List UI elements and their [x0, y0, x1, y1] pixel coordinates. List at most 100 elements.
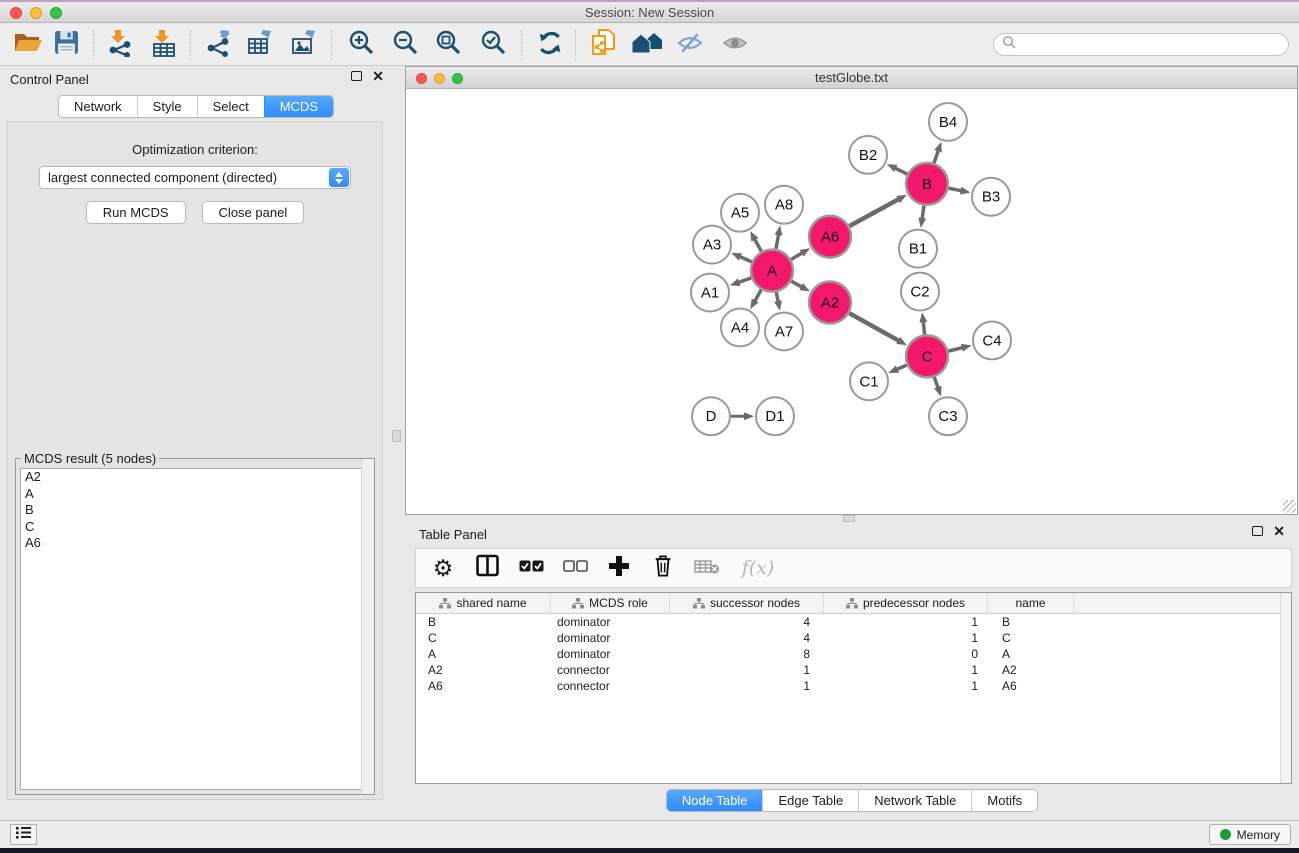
table-row[interactable]: Bdominator41B — [416, 614, 1291, 630]
column-header-successor-nodes[interactable]: successor nodes — [670, 593, 824, 613]
graph-edge-A-A4[interactable] — [755, 290, 762, 302]
show-column-panel-button[interactable] — [472, 553, 502, 583]
zoom-selected-button[interactable] — [477, 30, 509, 60]
open-session-button[interactable] — [12, 30, 44, 60]
table-cell[interactable]: A — [988, 647, 1074, 661]
graph-edge-B-B3[interactable] — [949, 188, 962, 191]
show-details-button[interactable] — [719, 30, 751, 60]
save-session-button[interactable] — [50, 30, 82, 60]
graph-edge-A-A8[interactable] — [776, 234, 779, 249]
network-minimize-button[interactable] — [434, 73, 445, 84]
network-window-titlebar[interactable]: testGlobe.txt — [406, 67, 1297, 89]
table-cell[interactable]: 1 — [670, 663, 824, 677]
refresh-layout-button[interactable] — [534, 30, 566, 60]
table-row[interactable]: A6connector11A6 — [416, 678, 1291, 694]
table-scrollbar[interactable] — [1280, 593, 1291, 783]
graph-edge-A6-B[interactable] — [849, 199, 899, 226]
export-table-button[interactable] — [244, 30, 276, 60]
table-cell[interactable]: 1 — [824, 679, 988, 693]
close-window-button[interactable] — [10, 7, 22, 19]
minimize-window-button[interactable] — [30, 7, 42, 19]
mcds-result-item[interactable]: C — [21, 519, 369, 536]
table-cell[interactable]: 1 — [670, 679, 824, 693]
close-table-panel-icon[interactable]: ✕ — [1273, 526, 1285, 536]
graph-edge-A-A2[interactable] — [791, 281, 802, 287]
import-network-button[interactable] — [104, 30, 136, 60]
table-cell[interactable]: A6 — [988, 679, 1074, 693]
zoom-in-button[interactable] — [345, 30, 377, 60]
tab-node-table[interactable]: Node Table — [667, 790, 763, 811]
graph-edge-B-B2[interactable] — [895, 168, 907, 174]
search-input[interactable] — [1017, 38, 1288, 52]
tab-mcds[interactable]: MCDS — [264, 96, 333, 117]
table-cell[interactable]: connector — [551, 679, 670, 693]
graph-edge-B-B1[interactable] — [922, 206, 924, 219]
maximize-window-button[interactable] — [50, 7, 62, 19]
table-cell[interactable]: 4 — [670, 631, 824, 645]
table-row[interactable]: Adominator80A — [416, 646, 1291, 662]
table-cell[interactable]: 0 — [824, 647, 988, 661]
mcds-result-item[interactable]: A6 — [21, 535, 369, 552]
column-header-predecessor-nodes[interactable]: predecessor nodes — [824, 593, 988, 613]
table-cell[interactable]: 1 — [824, 631, 988, 645]
column-header-shared-name[interactable]: shared name — [416, 593, 551, 613]
network-canvas[interactable]: AA1A2A3A4A5A6A7A8BB1B2B3B4CC1C2C3C4DD1 — [406, 89, 1297, 514]
show-task-history-button[interactable] — [10, 824, 37, 845]
float-panel-icon[interactable] — [351, 71, 362, 81]
memory-button[interactable]: Memory — [1209, 824, 1291, 845]
tab-style[interactable]: Style — [137, 96, 197, 117]
delete-column-button[interactable] — [648, 553, 678, 583]
graph-edge-C-C2[interactable] — [923, 321, 924, 334]
mcds-result-item[interactable]: A2 — [21, 469, 369, 486]
result-scrollbar[interactable] — [361, 459, 374, 794]
tab-motifs[interactable]: Motifs — [971, 790, 1037, 811]
deselect-all-columns-button[interactable] — [560, 553, 590, 583]
table-cell[interactable]: A2 — [416, 663, 551, 677]
network-close-button[interactable] — [416, 73, 427, 84]
close-panel-icon[interactable]: ✕ — [372, 71, 384, 81]
mcds-result-item[interactable]: A — [21, 486, 369, 503]
import-table-button[interactable] — [148, 30, 180, 60]
table-cell[interactable]: B — [988, 615, 1074, 629]
table-cell[interactable]: 1 — [824, 615, 988, 629]
tab-select[interactable]: Select — [197, 96, 264, 117]
table-cell[interactable]: C — [416, 631, 551, 645]
export-image-button[interactable] — [288, 30, 320, 60]
tab-edge-table[interactable]: Edge Table — [762, 790, 858, 811]
mcds-result-item[interactable]: B — [21, 502, 369, 519]
create-column-button[interactable] — [604, 553, 634, 583]
table-cell[interactable]: 4 — [670, 615, 824, 629]
export-network-button[interactable] — [202, 30, 234, 60]
table-cell[interactable]: A6 — [416, 679, 551, 693]
graph-edge-A-A3[interactable] — [740, 257, 752, 262]
tab-network-table[interactable]: Network Table — [858, 790, 971, 811]
graph-edge-C-C4[interactable] — [948, 348, 963, 352]
table-cell[interactable]: A — [416, 647, 551, 661]
graph-edge-B-B4[interactable] — [934, 150, 938, 163]
graph-edge-C-C3[interactable] — [934, 377, 938, 388]
delete-table-button[interactable] — [692, 553, 722, 583]
mcds-result-list[interactable]: A2ABCA6 — [20, 468, 370, 790]
search-box[interactable] — [993, 33, 1289, 56]
function-builder-button[interactable]: f(x) — [736, 553, 780, 583]
table-cell[interactable]: dominator — [551, 615, 670, 629]
graph-edge-A-A6[interactable] — [791, 253, 802, 260]
table-cell[interactable]: dominator — [551, 647, 670, 661]
graph-edge-A2-C[interactable] — [849, 313, 899, 341]
table-cell[interactable]: C — [988, 631, 1074, 645]
table-cell[interactable]: connector — [551, 663, 670, 677]
select-all-columns-button[interactable] — [516, 553, 546, 583]
network-maximize-button[interactable] — [452, 73, 463, 84]
clone-network-button[interactable] — [588, 30, 620, 60]
tab-network[interactable]: Network — [59, 96, 137, 117]
table-cell[interactable]: dominator — [551, 631, 670, 645]
titlebar[interactable]: Session: New Session — [0, 2, 1299, 23]
table-cell[interactable]: 1 — [824, 663, 988, 677]
table-cell[interactable]: 8 — [670, 647, 824, 661]
zoom-fit-button[interactable] — [432, 30, 464, 60]
window-resize-grip[interactable] — [1283, 500, 1296, 513]
run-mcds-button[interactable]: Run MCDS — [86, 201, 186, 224]
graph-edge-A-A5[interactable] — [754, 239, 761, 251]
table-cell[interactable]: A2 — [988, 663, 1074, 677]
column-header-MCDS-role[interactable]: MCDS role — [551, 593, 670, 613]
